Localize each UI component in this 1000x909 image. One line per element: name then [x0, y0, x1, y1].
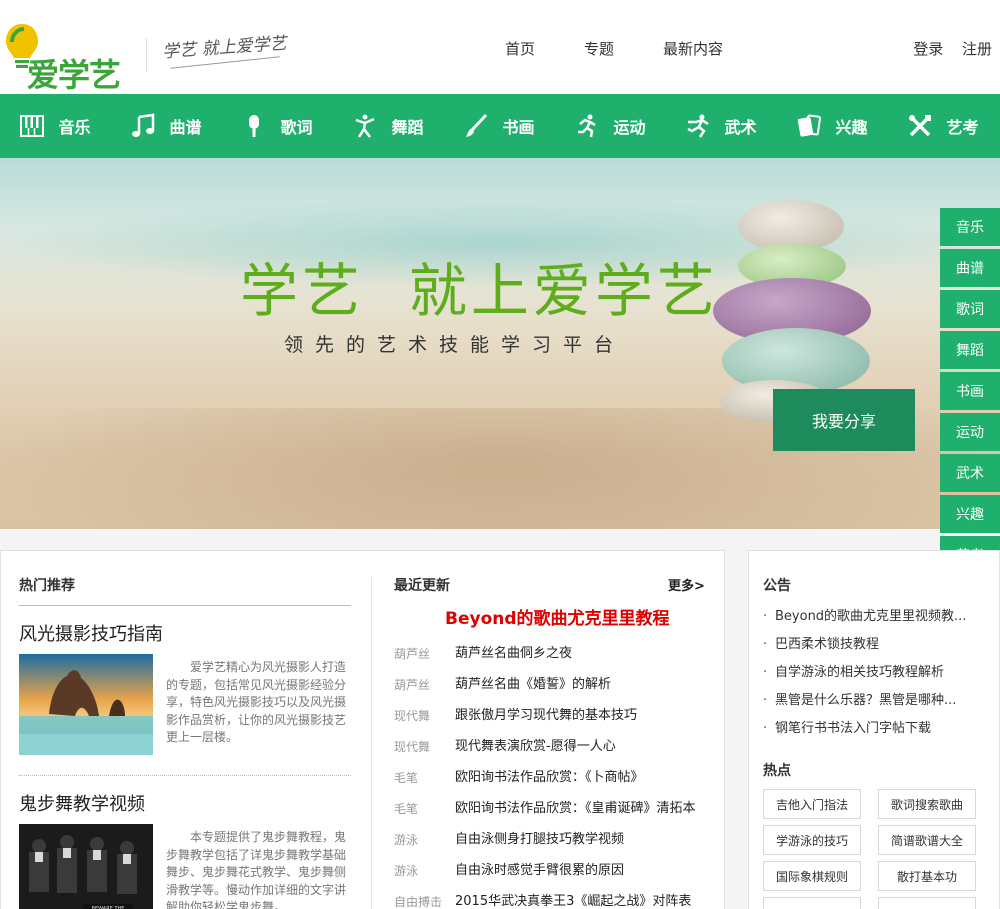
category-bar: 音乐 曲谱 歌词 舞蹈 书画 运动 武术 兴趣 艺考 [0, 94, 1000, 158]
register-link[interactable]: 注册 [962, 40, 992, 58]
category-label: 书画 [502, 118, 535, 137]
side-menu-calligraphy[interactable]: 书画 [940, 372, 1000, 410]
music-note-icon [132, 113, 155, 137]
nav-latest[interactable]: 最新内容 [663, 38, 723, 59]
category-label: 歌词 [280, 118, 313, 137]
cards-icon [798, 114, 822, 137]
category-label: 音乐 [58, 118, 91, 137]
topic-image-dance[interactable]: BEWARE THE JABBAWOCKEEZ [19, 824, 153, 909]
side-menu-score[interactable]: 曲谱 [940, 249, 1000, 287]
news-item[interactable]: 毛笔 欧阳询书法作品欣赏：《皇甫诞碑》清拓本 [394, 797, 724, 817]
notice-heading: 公告 [763, 578, 791, 594]
side-menu: 音乐 曲谱 歌词 舞蹈 书画 运动 武术 兴趣 艺考 [940, 208, 1000, 577]
category-sports[interactable]: 运动 [555, 94, 666, 158]
hotspot-tag-partial[interactable] [878, 897, 976, 909]
nav-topics[interactable]: 专题 [584, 38, 614, 59]
category-lyrics[interactable]: 歌词 [222, 94, 333, 158]
column-divider [371, 577, 372, 909]
notice-item[interactable]: · 自学游泳的相关技巧教程解析 [763, 661, 993, 680]
latest-heading: 最近更新 [394, 578, 450, 594]
news-item[interactable]: 现代舞 现代舞表演欣赏-愿得一人心 [394, 735, 724, 755]
hotspot-tag[interactable]: 散打基本功 [878, 861, 976, 891]
hotspot-tag[interactable]: 学游泳的技巧 [763, 825, 861, 855]
banner-subtitle: 领先的艺术技能学习平台 [284, 334, 626, 356]
login-link[interactable]: 登录 [913, 40, 943, 58]
topic-image-landscape[interactable] [19, 654, 153, 755]
hotspot-heading: 热点 [763, 763, 791, 779]
category-score[interactable]: 曲谱 [111, 94, 222, 158]
logo-text: 爱学艺 [27, 56, 121, 94]
category-interest[interactable]: 兴趣 [777, 94, 888, 158]
topic-title[interactable]: 风光摄影技巧指南 [19, 620, 163, 646]
category-label: 兴趣 [835, 118, 868, 137]
tools-icon [909, 115, 932, 137]
news-item[interactable]: 葫芦丝 葫芦丝名曲《婚誓》的解析 [394, 673, 724, 693]
news-item[interactable]: 自由搏击 2015华武决真拳王3《崛起之战》对阵表 [394, 890, 724, 909]
martial-arts-icon [687, 114, 710, 138]
news-item[interactable]: 毛笔 欧阳询书法作品欣赏：《卜商帖》 [394, 766, 724, 786]
category-label: 艺考 [946, 118, 979, 137]
latest-headline[interactable]: Beyond的歌曲尤克里里教程 [445, 604, 670, 629]
side-menu-lyrics[interactable]: 歌词 [940, 290, 1000, 328]
nav-home[interactable]: 首页 [505, 38, 535, 59]
more-link[interactable]: 更多> [668, 575, 705, 594]
notice-item[interactable]: · Beyond的歌曲尤克里里视频教... [763, 605, 993, 624]
piano-icon [20, 115, 45, 137]
hotspot-tag[interactable]: 简谱歌谱大全 [878, 825, 976, 855]
notice-item[interactable]: · 钢笔行书书法入门字帖下载 [763, 717, 993, 736]
hotspot-tag-partial[interactable] [763, 897, 861, 909]
category-label: 曲谱 [169, 118, 202, 137]
hotspot-tag[interactable]: 吉他入门指法 [763, 789, 861, 819]
news-item[interactable]: 游泳 自由泳时感觉手臂很累的原因 [394, 859, 724, 879]
hotspot-tag[interactable]: 国际象棋规则 [763, 861, 861, 891]
category-dance[interactable]: 舞蹈 [333, 94, 444, 158]
dancer-icon [356, 114, 375, 138]
user-links: 登录 注册 [899, 38, 992, 59]
topic-description: 本专题提供了鬼步舞教程，鬼步舞教学包括了详鬼步舞教学基础舞步、鬼步舞花式教学、鬼… [166, 830, 347, 909]
hot-heading: 热门推荐 [19, 578, 75, 594]
runner-icon [578, 114, 597, 138]
top-nav: 首页 专题 最新内容 [505, 38, 723, 59]
side-menu-sports[interactable]: 运动 [940, 413, 1000, 451]
news-item[interactable]: 游泳 自由泳侧身打腿技巧教学视频 [394, 828, 724, 848]
topic-description: 爱学艺精心为风光摄影人打造的专题，包括常见风光摄影经验分享，特色风光摄影技巧以及… [166, 660, 347, 744]
category-music[interactable]: 音乐 [0, 94, 111, 158]
header: 爱学艺 学艺 就上爱学艺 首页 专题 最新内容 登录 注册 [0, 0, 1000, 94]
notice-item[interactable]: · 黑管是什么乐器？黑管是哪种... [763, 689, 993, 708]
notice-item[interactable]: · 巴西柔术锁技教程 [763, 633, 993, 652]
logo[interactable]: 爱学艺 [2, 20, 132, 94]
category-label: 武术 [724, 118, 757, 137]
banner-title: 学艺 就上爱学艺 [240, 257, 719, 325]
topic-separator [19, 775, 351, 776]
side-menu-martial[interactable]: 武术 [940, 454, 1000, 492]
topic-title[interactable]: 鬼步舞教学视频 [19, 790, 145, 816]
page: 爱学艺 学艺 就上爱学艺 首页 专题 最新内容 登录 注册 音乐 曲谱 歌词 舞… [0, 0, 1000, 909]
hot-heading-line [19, 605, 351, 606]
category-martial[interactable]: 武术 [666, 94, 777, 158]
side-menu-interest[interactable]: 兴趣 [940, 495, 1000, 533]
brush-icon [466, 113, 488, 137]
category-art-exam[interactable]: 艺考 [888, 94, 999, 158]
hotspot-tag[interactable]: 歌词搜索歌曲 [878, 789, 976, 819]
side-menu-dance[interactable]: 舞蹈 [940, 331, 1000, 369]
logo-divider [146, 38, 147, 72]
microphone-icon [249, 115, 260, 137]
main-panel: 热门推荐 风光摄影技巧指南 爱学艺精心为风光摄影人打造的专题，包括常见风光摄影经… [0, 550, 725, 909]
share-button[interactable]: 我要分享 [773, 389, 915, 451]
news-item[interactable]: 现代舞 跟张傲月学习现代舞的基本技巧 [394, 704, 724, 724]
side-menu-music[interactable]: 音乐 [940, 208, 1000, 246]
news-item[interactable]: 葫芦丝 葫芦丝名曲侗乡之夜 [394, 642, 724, 662]
hero-banner: 学艺 就上爱学艺 领先的艺术技能学习平台 我要分享 [0, 158, 1000, 529]
category-label: 运动 [613, 118, 646, 137]
category-calligraphy[interactable]: 书画 [444, 94, 555, 158]
side-panel: 公告 · Beyond的歌曲尤克里里视频教... · 巴西柔术锁技教程 · 自学游泳的… [748, 550, 1000, 909]
category-label: 舞蹈 [391, 118, 424, 137]
